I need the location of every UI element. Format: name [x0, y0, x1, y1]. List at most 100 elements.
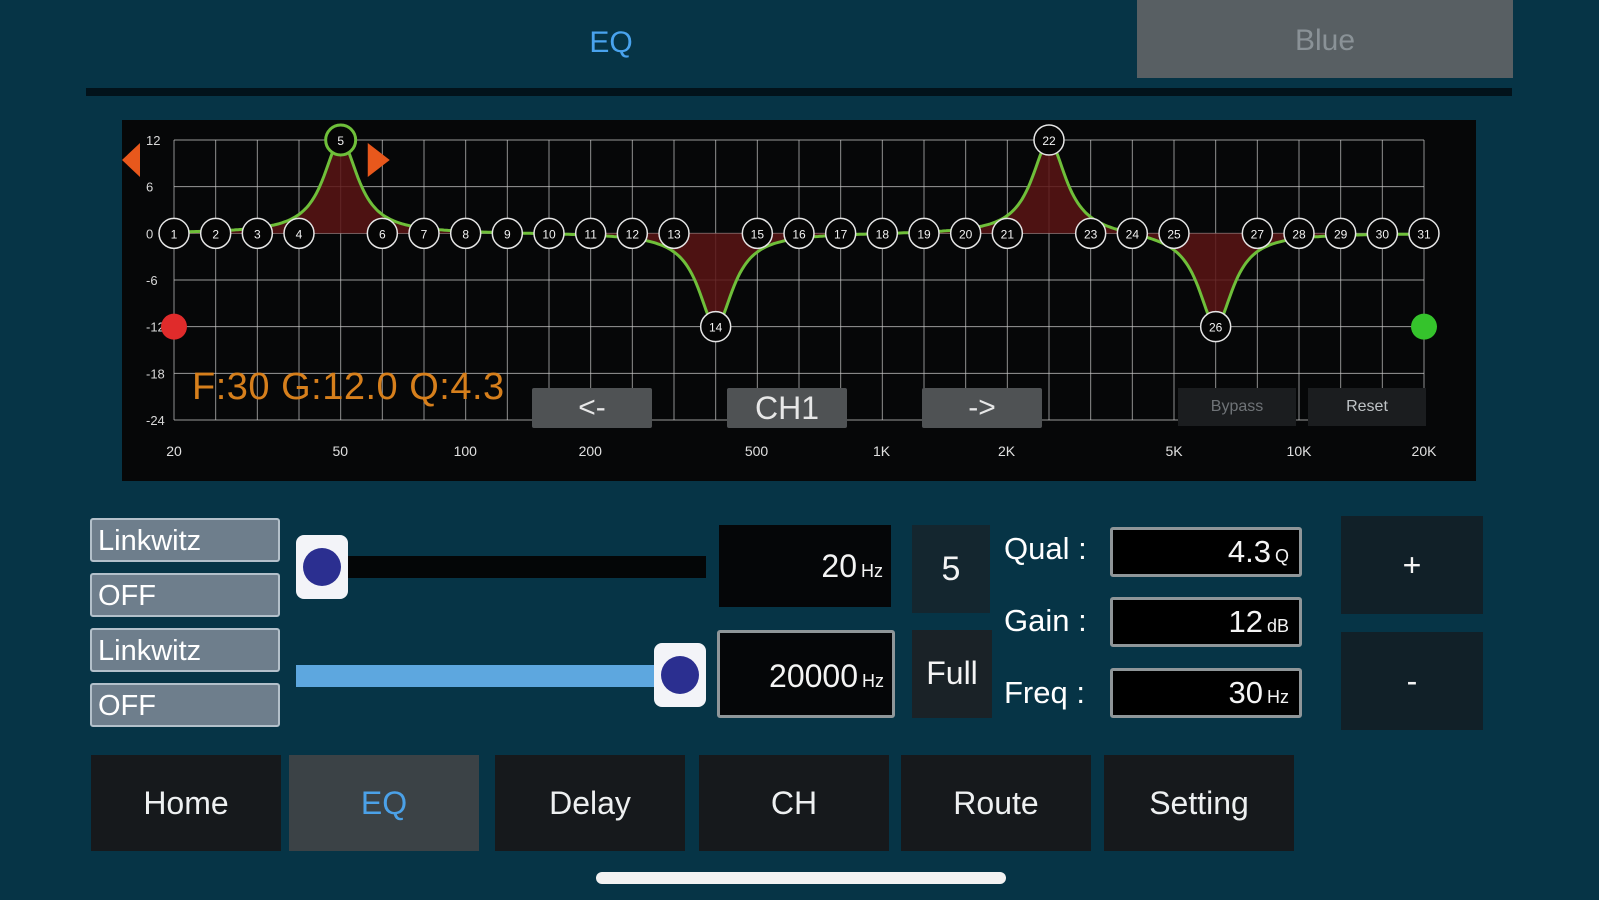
hp-filter-type-button[interactable]: Linkwitz	[90, 518, 280, 562]
band-readout: F:30 G:12.0 Q:4.3	[192, 366, 505, 408]
band-handle-number: 8	[462, 227, 469, 241]
range-end-marker-icon[interactable]	[367, 143, 390, 177]
tab-route[interactable]: Route	[901, 755, 1091, 851]
y-tick-label: 0	[146, 226, 153, 241]
band-handle-number: 16	[792, 227, 806, 241]
next-channel-button[interactable]: ->	[922, 388, 1042, 428]
x-tick-label: 20	[166, 443, 182, 459]
eq-band-handle[interactable]: 24	[1116, 217, 1149, 250]
eq-band-handle[interactable]: 28	[1283, 217, 1315, 250]
x-tick-label: 20K	[1412, 443, 1438, 459]
band-handle-number: 21	[1001, 227, 1015, 241]
lp-frequency-slider-thumb[interactable]	[654, 643, 706, 707]
eq-band-handle[interactable]: 23	[1074, 217, 1107, 250]
eq-band-handle[interactable]: 3	[241, 217, 274, 250]
prev-channel-button[interactable]: <-	[532, 388, 652, 428]
eq-band-handle[interactable]: 11	[574, 217, 607, 250]
tab-ch[interactable]: CH	[699, 755, 889, 851]
y-tick-label: -6	[146, 273, 158, 288]
eq-band-handle[interactable]: 22	[1033, 124, 1065, 156]
x-tick-label: 10K	[1287, 443, 1313, 459]
eq-band-handle[interactable]: 18	[866, 217, 899, 250]
band-handle-number: 20	[959, 227, 973, 241]
lp-filter-type-button[interactable]: Linkwitz	[90, 628, 280, 672]
tab-delay[interactable]: Delay	[495, 755, 685, 851]
band-handle-number: 15	[751, 227, 765, 241]
eq-band-handle[interactable]: 9	[491, 217, 524, 250]
lp-filter-slope-button[interactable]: OFF	[90, 683, 280, 727]
lp-frequency-slider-track[interactable]	[296, 665, 686, 687]
hp-filter-slope-button[interactable]: OFF	[90, 573, 280, 617]
x-tick-label: 5K	[1165, 443, 1183, 459]
eq-band-handle[interactable]: 14	[699, 310, 732, 343]
eq-band-handle[interactable]: 15	[741, 217, 774, 250]
page-title: EQ	[589, 26, 633, 59]
eq-band-handle[interactable]: 27	[1241, 217, 1274, 250]
band-handle-number: 1	[171, 227, 178, 241]
eq-band-handle[interactable]: 13	[658, 217, 690, 250]
eq-band-handle[interactable]: 26	[1199, 310, 1232, 343]
eq-band-handle[interactable]: 4	[283, 217, 315, 250]
bypass-button[interactable]: Bypass	[1178, 388, 1296, 426]
x-tick-label: 500	[745, 443, 769, 459]
lp-marker-dot-icon[interactable]	[1411, 313, 1437, 340]
decrement-button[interactable]: -	[1341, 632, 1483, 730]
hp-frequency-slider-track[interactable]	[296, 556, 706, 578]
eq-band-handle[interactable]: 2	[199, 217, 232, 250]
eq-band-handle[interactable]: 25	[1158, 217, 1190, 250]
eq-band-handle[interactable]: 30	[1366, 217, 1399, 250]
y-tick-label: 12	[146, 133, 160, 148]
band-handle-number: 26	[1209, 321, 1223, 335]
tab-home[interactable]: Home	[91, 755, 281, 851]
band-handle-number: 22	[1042, 134, 1056, 148]
hp-frequency-display[interactable]: 20 Hz	[719, 525, 891, 607]
hp-frequency-unit: Hz	[861, 561, 883, 581]
band-number-display: 5	[912, 525, 990, 613]
lp-frequency-unit: Hz	[862, 671, 884, 691]
eq-band-handle[interactable]: 8	[449, 217, 482, 250]
lp-frequency-display[interactable]: 20000 Hz	[717, 630, 895, 718]
eq-band-handle[interactable]: 1	[158, 217, 190, 250]
band-handle-number: 23	[1084, 227, 1098, 241]
eq-band-handle[interactable]: 31	[1408, 217, 1440, 250]
eq-graph-panel[interactable]: 12 6 0 -6 -12 -18 -24 20 50 100 200 500 1K 2K 5K 10K 20…	[122, 120, 1476, 481]
slider-thumb-dot	[303, 548, 341, 586]
tab-eq[interactable]: EQ	[289, 755, 479, 851]
lp-frequency-value: 20000	[769, 658, 858, 694]
full-button[interactable]: Full	[912, 630, 992, 718]
band-handle-number: 19	[917, 227, 931, 241]
freq-field[interactable]: 30 Hz	[1110, 668, 1302, 718]
eq-band-handle[interactable]: 17	[824, 217, 857, 250]
band-handle-number: 28	[1292, 227, 1306, 241]
device-tab[interactable]: Blue	[1137, 0, 1513, 78]
qual-value: 4.3	[1227, 534, 1271, 569]
channel-button[interactable]: CH1	[727, 388, 847, 428]
reset-button[interactable]: Reset	[1308, 388, 1426, 426]
qual-field[interactable]: 4.3 Q	[1110, 527, 1302, 577]
qual-unit: Q	[1274, 546, 1289, 566]
eq-band-handle[interactable]: 21	[991, 217, 1024, 250]
band-handle-number: 10	[542, 227, 556, 241]
eq-band-handle[interactable]: 29	[1324, 217, 1357, 250]
range-start-marker-icon[interactable]	[122, 143, 140, 177]
freq-value: 30	[1228, 675, 1263, 710]
freq-unit: Hz	[1267, 687, 1289, 707]
band-handle-number: 31	[1417, 227, 1431, 241]
eq-band-handle[interactable]: 10	[533, 217, 565, 250]
eq-band-handle[interactable]: 7	[408, 217, 440, 250]
eq-band-handle[interactable]: 12	[616, 217, 649, 250]
tab-setting[interactable]: Setting	[1104, 755, 1294, 851]
eq-band-handle[interactable]: 16	[783, 217, 815, 250]
hp-frequency-slider-thumb[interactable]	[296, 535, 348, 599]
eq-band-handle[interactable]: 5	[324, 123, 358, 157]
x-tick-label: 100	[454, 443, 478, 459]
hp-marker-dot-icon[interactable]	[161, 313, 187, 340]
y-tick-label: -24	[146, 413, 165, 428]
gain-label: Gain :	[1004, 603, 1087, 638]
eq-band-handle[interactable]: 6	[366, 217, 399, 250]
eq-band-handle[interactable]: 19	[908, 217, 940, 250]
eq-band-handle[interactable]: 20	[949, 217, 982, 250]
increment-button[interactable]: +	[1341, 516, 1483, 614]
band-handle-number: 30	[1376, 227, 1390, 241]
gain-field[interactable]: 12 dB	[1110, 597, 1302, 647]
